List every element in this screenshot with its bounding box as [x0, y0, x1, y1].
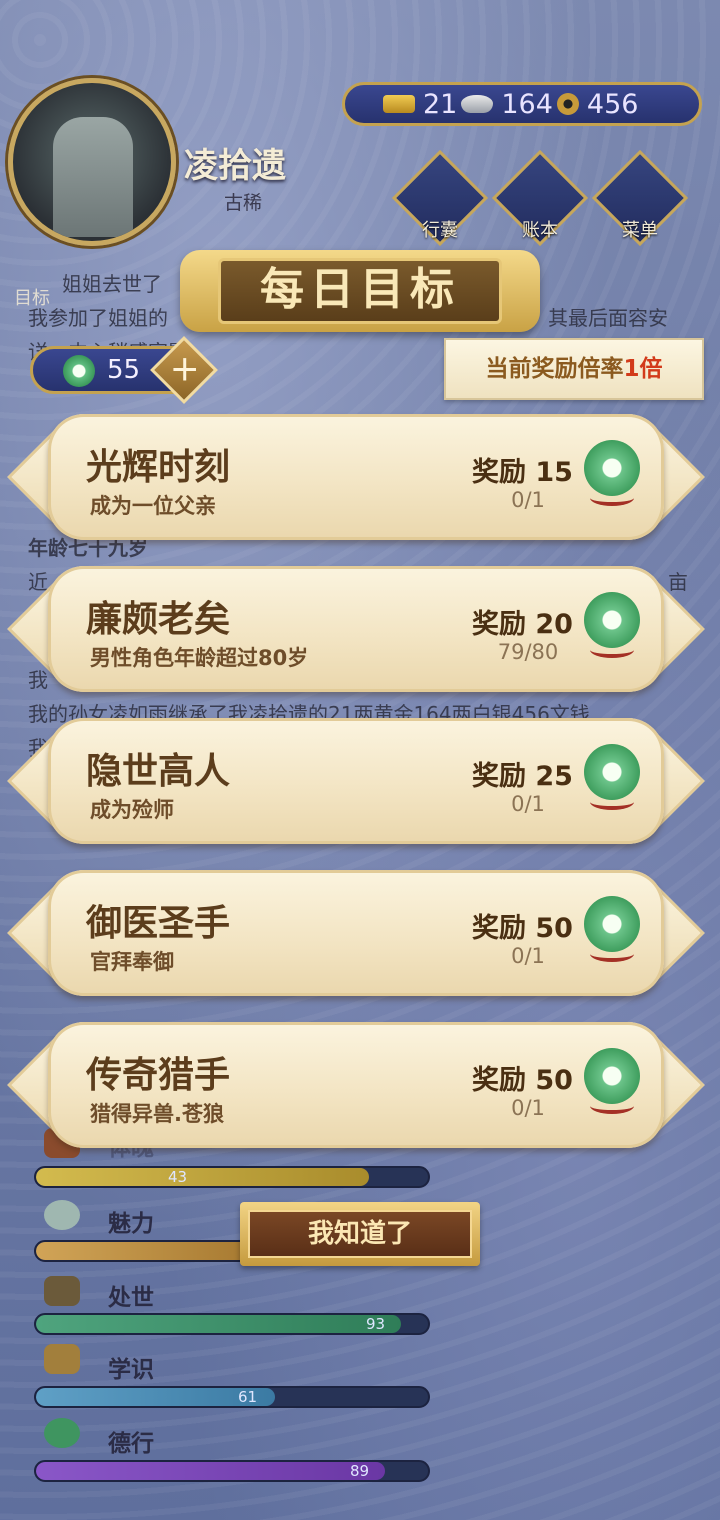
stat-fill [36, 1315, 401, 1333]
jade-reward-icon [584, 1048, 640, 1114]
worldliness-icon [44, 1276, 80, 1306]
log-line: 其最后面容安 [548, 306, 668, 330]
gold-amount: 21 [423, 88, 458, 120]
plus-icon: + [169, 348, 200, 390]
dialog-title: 每日目标 [218, 258, 502, 324]
menu-main-label[interactable]: 菜单 [600, 216, 680, 242]
stat-bar: 43 [34, 1166, 430, 1188]
silver-ingot-icon [461, 95, 494, 113]
jade-reward-icon [584, 440, 640, 506]
goal-progress: 79/80 [497, 640, 559, 664]
stat-fill [36, 1242, 252, 1260]
currency-bar: 21 164 456 [342, 82, 702, 126]
log-line: 我参加了姐姐的 [28, 306, 168, 330]
multiplier-label: 当前奖励倍率 [485, 356, 624, 382]
goal-title: 御医圣手 [86, 903, 231, 944]
stat-value: 93 [366, 1315, 386, 1333]
goal-title: 传奇猎手 [86, 1055, 231, 1096]
charm-icon [44, 1200, 80, 1230]
goal-reward: 奖励 15 [472, 457, 573, 488]
jade-amount: 55 [107, 355, 141, 385]
stat-value: 61 [238, 1388, 258, 1406]
stat-label: 学识 [108, 1357, 154, 1383]
dialog-title-banner: 每日目标 [180, 250, 540, 332]
confirm-button-label[interactable]: 我知道了 [248, 1210, 472, 1258]
reward-multiplier: 当前奖励倍率1倍 [444, 338, 704, 400]
goal-reward: 奖励 25 [472, 761, 573, 792]
goal-reward: 奖励 20 [472, 609, 573, 640]
character-avatar[interactable] [8, 78, 176, 246]
gold-ingot-icon [383, 95, 415, 113]
stat-label: 德行 [108, 1431, 154, 1457]
goal-progress: 0/1 [511, 488, 545, 512]
stat-label: 魅力 [108, 1211, 154, 1237]
knowledge-icon [44, 1344, 80, 1374]
goal-description: 成为殓师 [90, 798, 174, 822]
menu-ledger-label[interactable]: 账本 [500, 216, 580, 242]
goal-title: 隐世高人 [86, 751, 231, 792]
stat-bar: 89 [34, 1460, 430, 1482]
goal-progress: 0/1 [511, 792, 545, 816]
jade-icon [63, 355, 95, 387]
tombstone-icon [53, 117, 133, 237]
goal-title: 光辉时刻 [86, 447, 231, 488]
goal-card: 光辉时刻 成为一位父亲 奖励 15 0/1 [7, 414, 705, 540]
stat-fill [36, 1168, 370, 1186]
goal-description: 官拜奉御 [90, 950, 174, 974]
goal-progress: 0/1 [511, 1096, 545, 1120]
jade-reward-icon [584, 896, 640, 962]
silver-amount: 164 [501, 88, 553, 120]
virtue-icon [44, 1418, 80, 1448]
goal-card: 廉颇老矣 男性角色年龄超过80岁 奖励 20 79/80 [7, 566, 705, 692]
goal-description: 猎得异兽.苍狼 [90, 1102, 224, 1126]
character-age-label: 古稀 [224, 192, 263, 214]
stat-bar: 61 [34, 1386, 430, 1408]
goal-card: 御医圣手 官拜奉御 奖励 50 0/1 [7, 870, 705, 996]
goal-card: 隐世高人 成为殓师 奖励 25 0/1 [7, 718, 705, 844]
goal-reward: 奖励 50 [472, 1065, 573, 1096]
coin-amount: 456 [586, 88, 639, 120]
stat-value: 89 [350, 1462, 370, 1480]
stat-bar: 93 [34, 1313, 430, 1335]
jade-reward-icon [584, 592, 640, 658]
copper-coin-icon [556, 93, 579, 115]
jade-reward-icon [584, 744, 640, 810]
goal-description: 男性角色年龄超过80岁 [90, 646, 309, 670]
confirm-button[interactable]: 我知道了 [240, 1202, 480, 1266]
character-name: 凌拾遗 [184, 146, 286, 186]
goal-progress: 0/1 [511, 944, 545, 968]
goal-description: 成为一位父亲 [90, 494, 216, 518]
stat-value: 43 [168, 1168, 188, 1186]
goal-card: 传奇猎手 猎得异兽.苍狼 奖励 50 0/1 [7, 1022, 705, 1148]
multiplier-value: 1倍 [623, 356, 663, 382]
stat-label: 处世 [108, 1285, 154, 1311]
menu-bag-label[interactable]: 行囊 [400, 216, 480, 242]
log-line: 姐姐去世了 [62, 272, 162, 296]
stat-fill [36, 1462, 385, 1480]
goal-title: 廉颇老矣 [86, 599, 231, 640]
goal-reward: 奖励 50 [472, 913, 573, 944]
